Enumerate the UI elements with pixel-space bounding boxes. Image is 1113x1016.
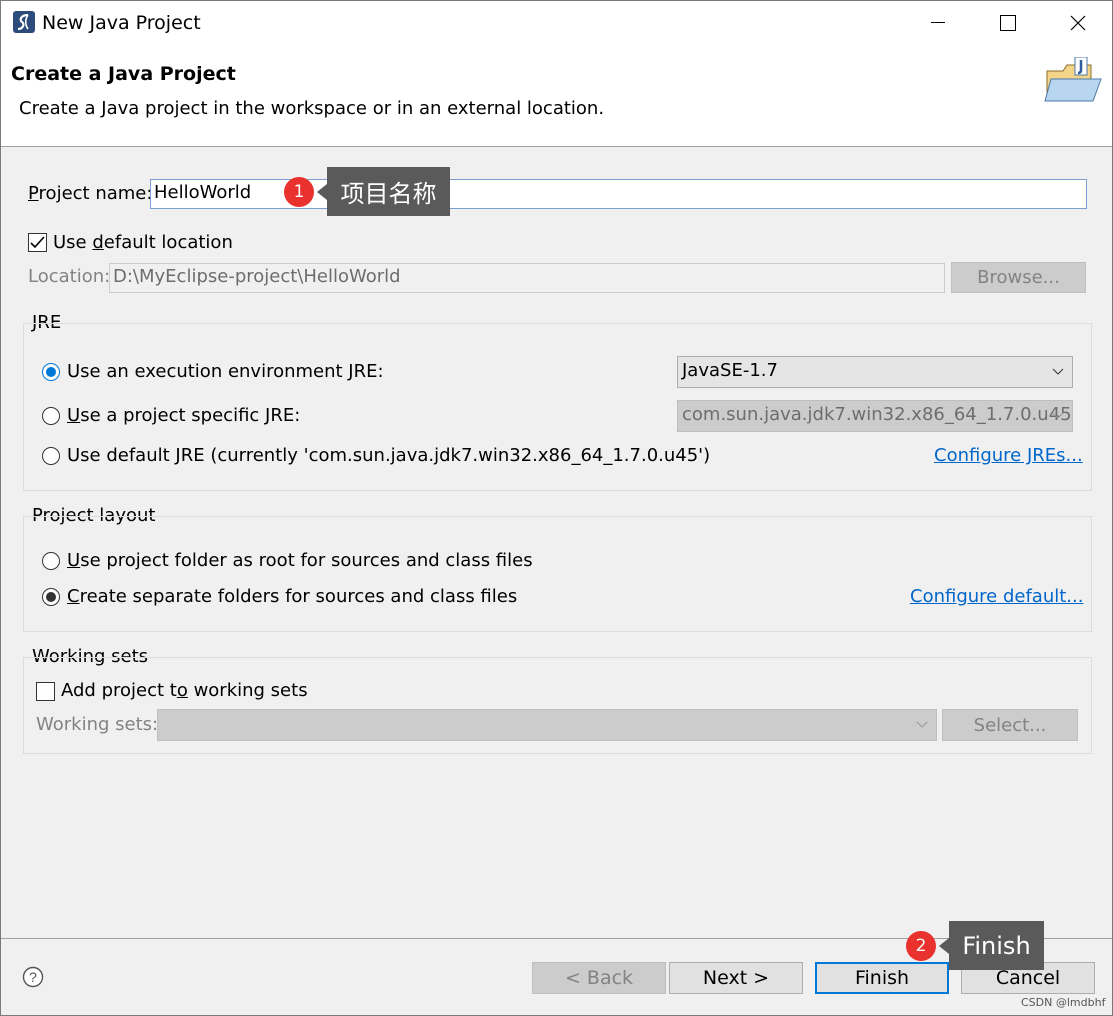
- chevron-down-icon: [1052, 412, 1064, 419]
- close-button[interactable]: [1043, 1, 1113, 45]
- annotation-callout-1: 项目名称: [327, 167, 450, 216]
- finish-button[interactable]: Finish: [815, 962, 949, 994]
- chevron-down-icon: [1052, 368, 1064, 375]
- eclipse-app-icon: [13, 11, 35, 33]
- jre-exec-env-radio[interactable]: [42, 363, 60, 381]
- jre-default-label: Use default JRE (currently 'com.sun.java…: [67, 445, 711, 466]
- layout-separate-radio[interactable]: [42, 588, 60, 606]
- watermark-text: CSDN @lmdbhf: [1021, 996, 1106, 1009]
- title-bar: New Java Project: [1, 1, 1112, 45]
- project-name-value: HelloWorld: [154, 182, 252, 203]
- use-default-location-checkbox[interactable]: [28, 233, 47, 252]
- maximize-button[interactable]: [973, 1, 1043, 45]
- configure-jres-link[interactable]: Configure JREs...: [934, 445, 1083, 466]
- layout-separate-label: Create separate folders for sources and …: [67, 586, 518, 607]
- layout-root-radio[interactable]: [42, 552, 60, 570]
- configure-default-link[interactable]: Configure default...: [910, 586, 1083, 607]
- select-working-sets-button[interactable]: Select...: [942, 709, 1078, 741]
- layout-root-label: Use project folder as root for sources a…: [67, 550, 533, 571]
- location-label: Location:: [28, 266, 111, 287]
- use-default-location-label: Use default location: [53, 232, 233, 253]
- project-specific-jre-value: com.sun.java.jdk7.win32.x86_64_1.7.0.u45: [682, 404, 1072, 425]
- project-specific-jre-select[interactable]: com.sun.java.jdk7.win32.x86_64_1.7.0.u45: [677, 400, 1073, 432]
- working-sets-label: Working sets:: [36, 714, 159, 735]
- dialog-window: New Java Project Create a Java Project C…: [0, 0, 1113, 1016]
- callout-2-pointer: [939, 938, 949, 954]
- project-name-label: Project name:: [28, 183, 153, 204]
- jre-exec-env-label: Use an execution environment JRE:: [67, 361, 384, 382]
- close-icon: [1070, 15, 1086, 31]
- annotation-badge-1: 1: [284, 177, 314, 207]
- wizard-description: Create a Java project in the workspace o…: [19, 98, 605, 119]
- jre-default-radio[interactable]: [42, 447, 60, 465]
- annotation-callout-2: Finish: [949, 921, 1044, 970]
- window-title: New Java Project: [42, 12, 201, 34]
- add-to-working-sets-label: Add project to working sets: [61, 680, 308, 701]
- add-to-working-sets-checkbox[interactable]: [36, 682, 55, 701]
- next-button[interactable]: Next >: [669, 962, 803, 994]
- svg-text:?: ?: [29, 969, 37, 985]
- jre-project-specific-label: Use a project specific JRE:: [67, 405, 301, 426]
- chevron-down-icon: [916, 721, 928, 728]
- callout-1-pointer: [317, 184, 327, 200]
- checkmark-icon: [30, 236, 45, 249]
- layout-group: [23, 516, 1092, 632]
- location-input[interactable]: D:\MyEclipse-project\HelloWorld: [109, 263, 945, 293]
- java-project-folder-icon: [1043, 56, 1105, 109]
- browse-button[interactable]: Browse...: [951, 262, 1086, 293]
- location-value: D:\MyEclipse-project\HelloWorld: [113, 266, 401, 287]
- exec-env-value: JavaSE-1.7: [682, 360, 778, 381]
- exec-env-select[interactable]: JavaSE-1.7: [677, 356, 1073, 388]
- wizard-header: Create a Java Project Create a Java proj…: [1, 45, 1112, 147]
- wizard-title: Create a Java Project: [11, 63, 236, 85]
- working-sets-select[interactable]: [157, 709, 937, 741]
- back-button[interactable]: < Back: [532, 962, 666, 994]
- annotation-badge-2: 2: [906, 931, 936, 961]
- help-icon[interactable]: ?: [22, 966, 44, 992]
- jre-project-specific-radio[interactable]: [42, 407, 60, 425]
- minimize-button[interactable]: [903, 1, 973, 45]
